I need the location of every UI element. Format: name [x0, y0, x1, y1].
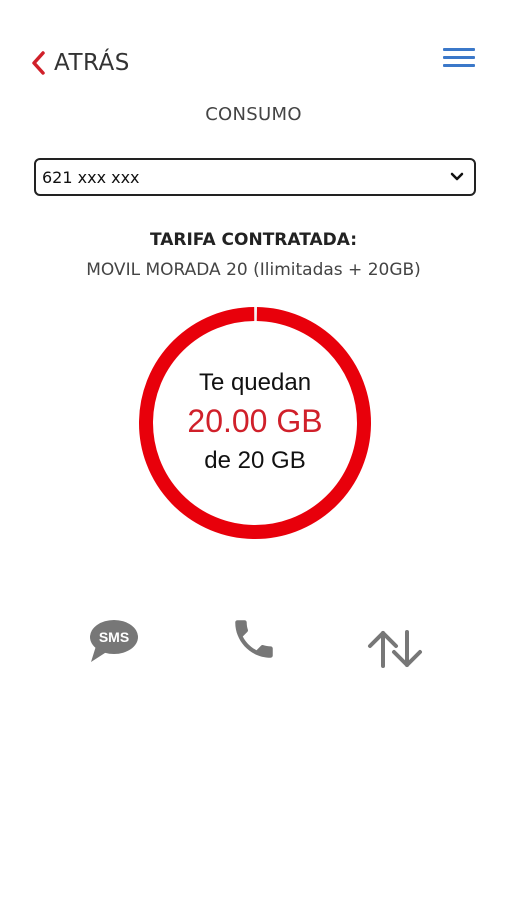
gauge-remaining-value: 20.00 GB: [187, 403, 323, 439]
line-select[interactable]: 621 xxx xxx: [34, 158, 476, 196]
consumption-screen: ATRÁS CONSUMO 621 xxx xxx TARIFA CONTRAT…: [0, 0, 507, 900]
tariff-name: MOVIL MORADA 20 (Ilimitadas + 20GB): [86, 260, 421, 280]
chevron-down-icon: [450, 172, 464, 181]
hamburger-menu-icon: [443, 64, 475, 67]
data-usage-gauge: Te quedan 20.00 GB de 20 GB: [137, 305, 373, 541]
sms-bubble-icon: SMS: [90, 620, 138, 662]
back-button[interactable]: ATRÁS: [30, 46, 130, 80]
page-title: CONSUMO: [205, 104, 302, 125]
data-button[interactable]: [365, 628, 425, 670]
hamburger-menu-icon: [443, 56, 475, 59]
line-select-value: 621 xxx xxx: [42, 167, 140, 187]
data-transfer-arrows-icon: [368, 630, 422, 668]
phone-icon: [235, 620, 273, 658]
sms-button[interactable]: SMS: [88, 618, 140, 664]
gauge-total-label: de 20 GB: [204, 447, 306, 474]
call-button[interactable]: [229, 614, 279, 664]
chevron-left-icon: [32, 51, 45, 75]
menu-button[interactable]: [443, 46, 475, 70]
back-label: ATRÁS: [54, 50, 130, 76]
tariff-label: TARIFA CONTRATADA:: [149, 230, 358, 250]
hamburger-menu-icon: [443, 48, 475, 51]
gauge-remaining-label: Te quedan: [198, 369, 312, 396]
sms-icon-text: SMS: [99, 629, 129, 645]
